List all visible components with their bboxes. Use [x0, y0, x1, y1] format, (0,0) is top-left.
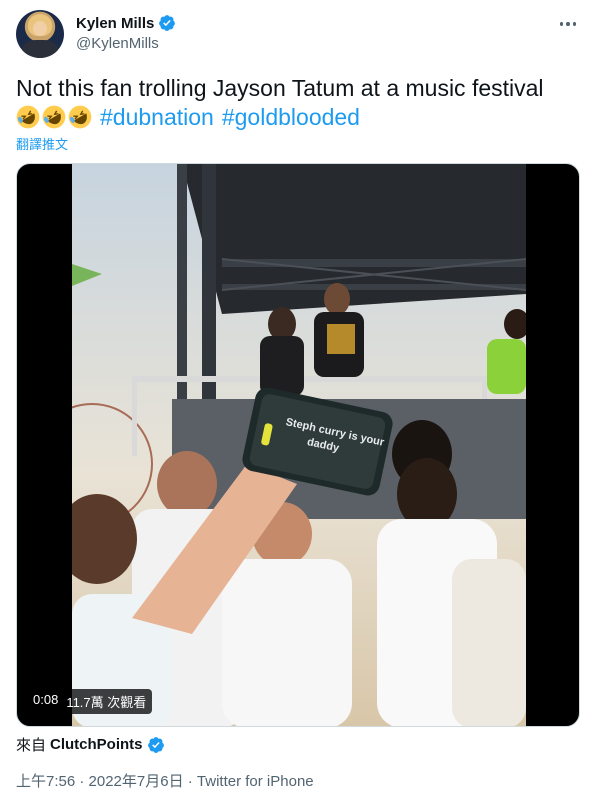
rolling-on-floor-laughing-icon [16, 105, 40, 129]
hashtag-link[interactable]: #dubnation [100, 103, 214, 131]
rolling-on-floor-laughing-icon [42, 105, 66, 129]
avatar-face [33, 21, 47, 36]
avatar-body [22, 40, 58, 58]
source-prefix: 來自 [16, 737, 47, 754]
emoji-hashtag-row: #dubnation #goldblooded [16, 103, 360, 131]
video-frame: Steph curry is your daddy [72, 164, 526, 726]
video-player[interactable]: Steph curry is your daddy 0:08 11.7萬 次觀看 [16, 163, 580, 727]
tweet-meta[interactable]: 上午7:56 · 2022年7月6日 · Twitter for iPhone [16, 770, 314, 791]
verified-badge-icon [147, 736, 164, 753]
source-attribution[interactable]: 來自 ClutchPoints [16, 734, 165, 755]
rolling-on-floor-laughing-icon [68, 105, 92, 129]
author-avatar[interactable] [16, 10, 64, 58]
more-options-icon[interactable] [558, 14, 578, 34]
hashtag-link[interactable]: #goldblooded [222, 103, 360, 131]
source-name-link[interactable]: ClutchPoints [50, 736, 143, 753]
video-view-count: 11.7萬 次觀看 [66, 695, 147, 710]
author-name-row[interactable]: Kylen Mills [76, 14, 176, 32]
author-handle[interactable]: @KylenMills [76, 35, 159, 52]
video-info-badge: 0:08 11.7萬 次觀看 [27, 689, 153, 714]
author-display-name[interactable]: Kylen Mills [76, 15, 154, 32]
video-elapsed-time: 0:08 [33, 692, 59, 707]
tweet-text: Not this fan trolling Jayson Tatum at a … [16, 75, 544, 101]
translate-tweet-link[interactable]: 翻譯推文 [16, 134, 68, 153]
verified-badge-icon [159, 15, 176, 31]
